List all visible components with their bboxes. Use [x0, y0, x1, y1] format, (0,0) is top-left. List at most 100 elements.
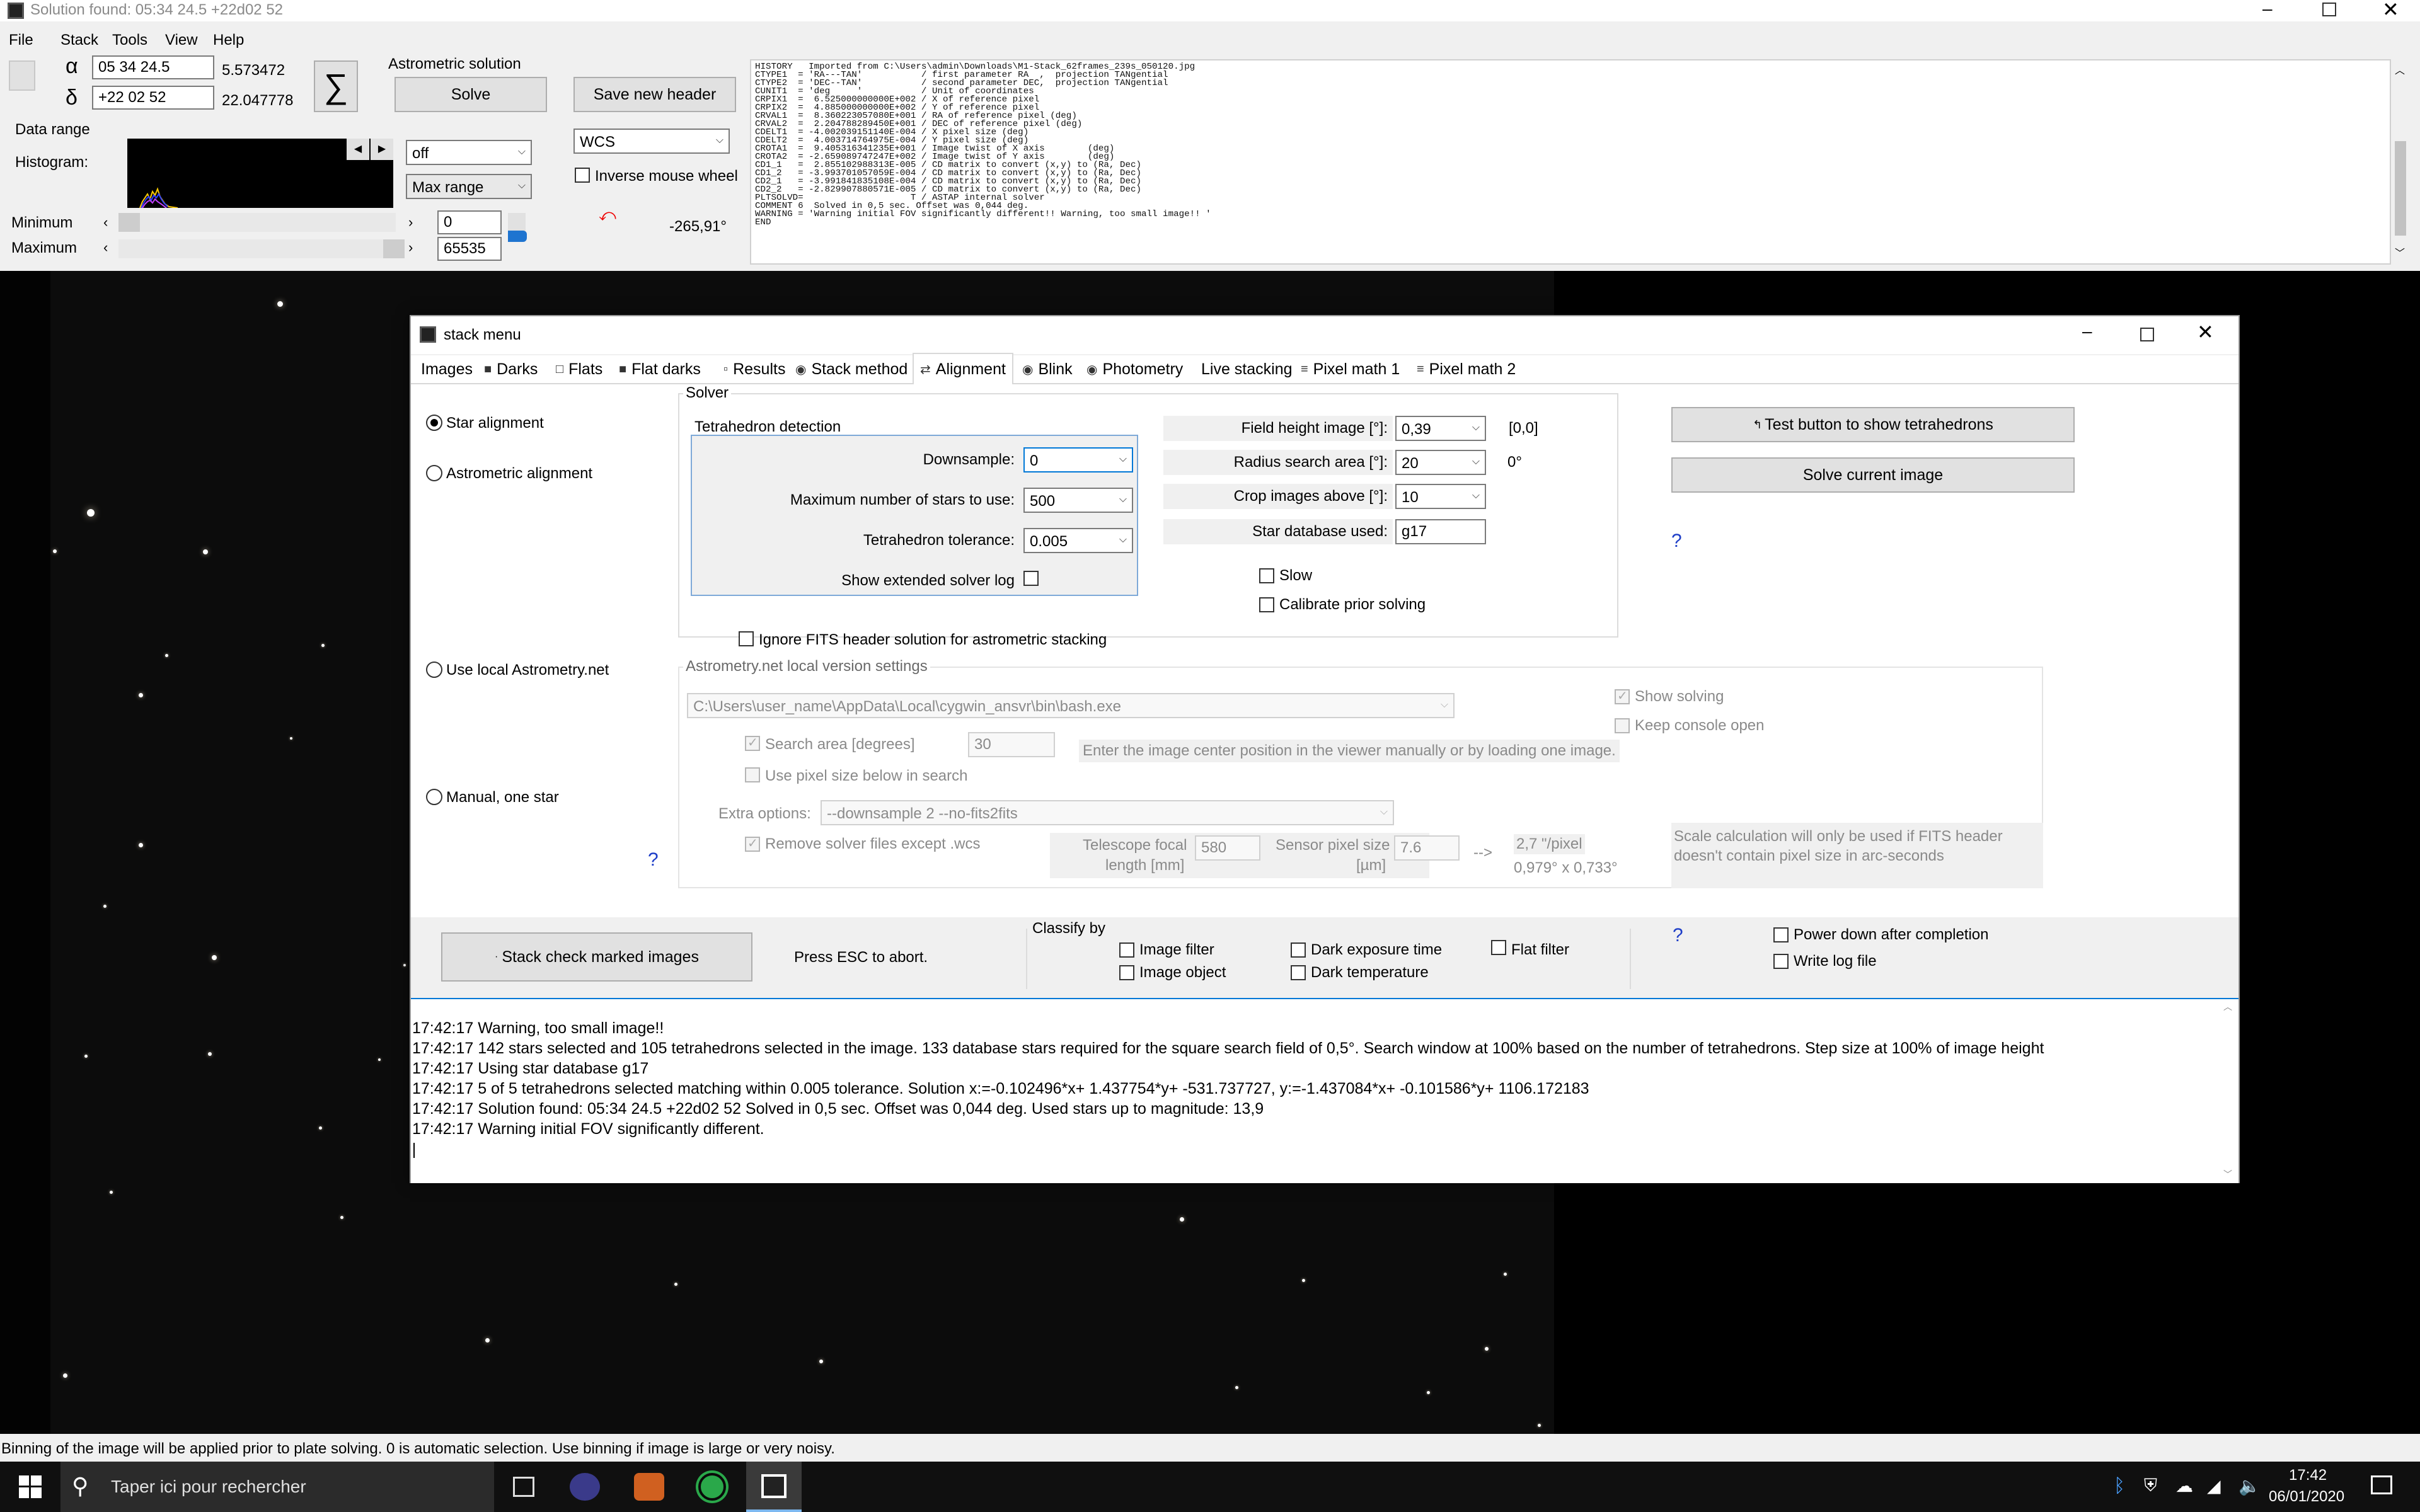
test-tetrahedrons-button[interactable]: ↰ Test button to show tetrahedrons — [1671, 407, 2075, 442]
field-height-combo[interactable]: 0,39 ⌵ — [1395, 416, 1486, 441]
ignore-fits-checkbox[interactable] — [739, 631, 754, 646]
volume-icon[interactable]: 🔈 — [2238, 1475, 2261, 1496]
maximize-icon[interactable] — [2322, 3, 2336, 16]
crop-combo[interactable]: 10 ⌵ — [1395, 484, 1486, 509]
log-scrollbar[interactable]: ︿ ﹀ — [2221, 999, 2237, 1183]
minimum-slider-thumb[interactable] — [118, 213, 140, 232]
fits-header-text[interactable]: HISTORY Imported from C:\Users\admin\Dow… — [750, 59, 2391, 265]
ra-input[interactable] — [92, 55, 214, 79]
wcs-combo[interactable]: WCS ⌵ — [573, 129, 730, 154]
minimum-input[interactable] — [437, 210, 502, 234]
range-combo[interactable]: off ⌵ — [406, 140, 532, 165]
write-log-checkbox[interactable] — [1773, 954, 1789, 969]
help-question-icon[interactable]: ? — [1673, 925, 1683, 946]
scroll-up-icon[interactable]: ︿ — [2223, 1000, 2232, 1013]
radius-combo[interactable]: 20 ⌵ — [1395, 450, 1486, 475]
dark-temp-checkbox[interactable] — [1291, 965, 1306, 980]
tab-photometry[interactable]: ◉ Photometry — [1086, 355, 1183, 383]
search-area-input[interactable] — [968, 732, 1055, 757]
network-icon[interactable]: ◢ — [2207, 1475, 2221, 1496]
spin-up-icon[interactable] — [508, 213, 526, 232]
calibrate-checkbox[interactable] — [1259, 597, 1274, 612]
tab-pixel-math-1[interactable]: ≡ Pixel math 1 — [1301, 355, 1400, 383]
histogram-left-arrow[interactable]: ◀ — [347, 139, 369, 160]
menu-stack[interactable]: Stack — [60, 32, 98, 49]
tab-live-stacking[interactable]: Live stacking — [1201, 355, 1293, 383]
minimize-icon[interactable]: – — [2262, 0, 2273, 19]
task-view-icon[interactable] — [513, 1477, 534, 1497]
maximum-right-arrow[interactable]: › — [408, 239, 413, 256]
show-log-checkbox[interactable] — [1023, 571, 1039, 586]
scroll-down-icon[interactable]: ﹀ — [2223, 1168, 2232, 1181]
stack-maximize-icon[interactable] — [2140, 328, 2154, 341]
tab-flats[interactable]: □ Flats — [556, 355, 602, 383]
downsample-combo[interactable]: 0 ⌵ — [1023, 447, 1133, 472]
show-solving-checkbox[interactable]: ✓ — [1615, 689, 1630, 704]
power-down-checkbox[interactable] — [1773, 927, 1789, 942]
maximum-input[interactable] — [437, 237, 502, 261]
windows-start-icon[interactable] — [19, 1475, 42, 1498]
tab-flat-darks[interactable]: ■ Flat darks — [619, 355, 701, 383]
menu-help[interactable]: Help — [213, 32, 244, 49]
tab-blink[interactable]: ◉ Blink — [1022, 355, 1073, 383]
defender-icon[interactable]: ⛨ — [2144, 1475, 2157, 1496]
search-area-checkbox[interactable]: ✓ — [745, 736, 760, 751]
inverse-mouse-checkbox[interactable] — [575, 168, 590, 183]
histogram-right-arrow[interactable]: ▶ — [371, 139, 393, 160]
maximum-left-arrow[interactable]: ‹ — [103, 239, 108, 256]
pixel-size-checkbox[interactable] — [745, 767, 760, 782]
stack-close-icon[interactable]: ✕ — [2197, 320, 2214, 344]
tab-images[interactable]: Images — [421, 355, 473, 383]
stack-marked-button[interactable]: · Stack check marked images — [441, 932, 752, 982]
maximum-slider[interactable] — [118, 239, 405, 258]
tab-stack-method[interactable]: ◉ Stack method — [795, 355, 908, 383]
minimum-slider[interactable] — [118, 213, 396, 232]
sensor-input[interactable] — [1394, 835, 1460, 861]
dec-input[interactable] — [92, 86, 214, 110]
minimum-left-arrow[interactable]: ‹ — [103, 214, 108, 231]
save-header-button[interactable]: Save new header — [573, 77, 736, 112]
image-filter-checkbox[interactable] — [1119, 942, 1134, 958]
search-box[interactable]: ⚲ Taper ici pour rechercher — [60, 1462, 494, 1512]
flat-filter-checkbox[interactable] — [1491, 940, 1506, 955]
astap-taskbar-icon[interactable] — [746, 1462, 802, 1512]
remove-files-checkbox[interactable]: ✓ — [745, 837, 760, 852]
manual-one-star-radio[interactable] — [426, 789, 442, 805]
tolerance-combo[interactable]: 0.005 ⌵ — [1023, 528, 1133, 553]
log-panel[interactable]: 17:42:17 Warning, too small image!! 17:4… — [411, 998, 2238, 1183]
tab-alignment[interactable]: ⇄ Alignment — [913, 353, 1013, 384]
sync-icon[interactable]: ☁ — [2175, 1475, 2193, 1496]
menu-tools[interactable]: Tools — [112, 32, 147, 49]
maximum-slider-thumb[interactable] — [383, 239, 405, 258]
help-question-icon[interactable]: ? — [1671, 530, 1682, 552]
small-button[interactable] — [9, 60, 35, 91]
tab-pixel-math-2[interactable]: ≡ Pixel math 2 — [1417, 355, 1516, 383]
minimum-right-arrow[interactable]: › — [408, 214, 413, 231]
scroll-down-icon[interactable]: ﹀ — [2395, 244, 2405, 260]
header-scrollbar[interactable]: ︿ ﹀ — [2391, 59, 2410, 265]
sigma-button[interactable]: ∑ — [314, 60, 358, 112]
keep-console-checkbox[interactable] — [1615, 718, 1630, 733]
clock-date[interactable]: 06/01/2020 — [2269, 1488, 2344, 1506]
menu-file[interactable]: File — [9, 32, 33, 49]
phd-icon[interactable] — [698, 1473, 726, 1501]
star-alignment-radio[interactable] — [426, 415, 442, 431]
help-question-icon[interactable]: ? — [648, 849, 659, 871]
star-db-input[interactable] — [1395, 519, 1486, 544]
solve-current-button[interactable]: Solve current image — [1671, 457, 2075, 493]
scroll-up-icon[interactable]: ︿ — [2395, 62, 2405, 77]
image-object-checkbox[interactable] — [1119, 965, 1134, 980]
dark-exposure-checkbox[interactable] — [1291, 942, 1306, 958]
bluetooth-icon[interactable]: ᛒ — [2114, 1475, 2125, 1497]
extra-options-combo[interactable]: --downsample 2 --no-fits2fits ⌵ — [821, 800, 1394, 825]
focal-input[interactable] — [1195, 835, 1260, 861]
cpwi-icon[interactable] — [634, 1473, 664, 1501]
notification-icon[interactable] — [2371, 1475, 2392, 1494]
local-astrometry-radio[interactable] — [426, 662, 442, 678]
clock-time[interactable]: 17:42 — [2289, 1467, 2327, 1484]
stellarium-icon[interactable] — [570, 1473, 600, 1501]
stack-minimize-icon[interactable]: – — [2082, 321, 2092, 341]
bash-path-combo[interactable]: C:\Users\user_name\AppData\Local\cygwin_… — [687, 693, 1455, 718]
solve-button[interactable]: Solve — [395, 77, 547, 112]
scroll-thumb[interactable] — [2395, 141, 2406, 236]
